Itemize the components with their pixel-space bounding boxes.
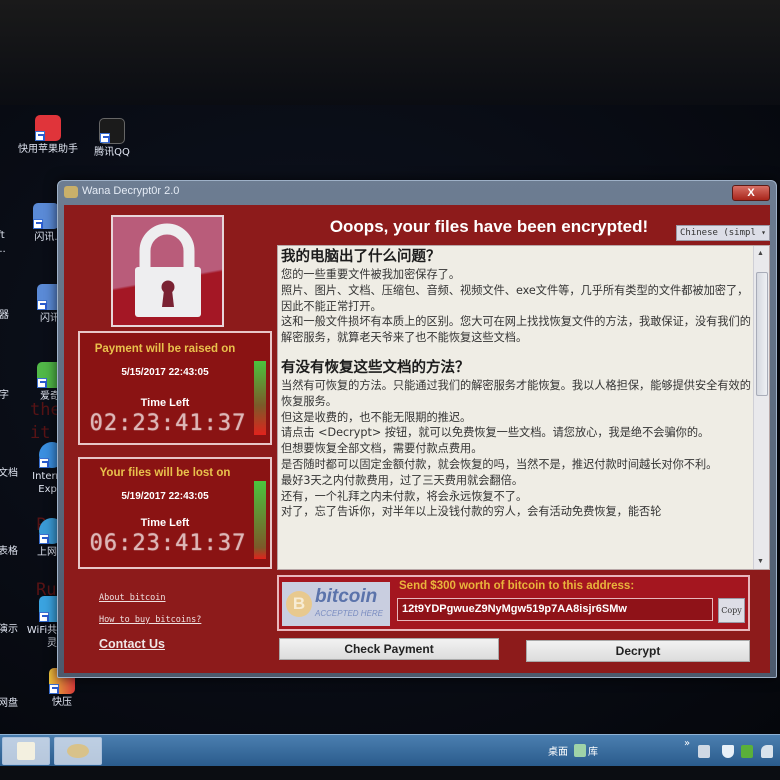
document-app-icon (17, 742, 35, 760)
countdown-display: 06:23:41:37 (89, 531, 247, 556)
bitcoin-accepted-badge: B bitcoin ACCEPTED HERE (282, 582, 390, 626)
language-select[interactable]: Chinese (simpl ▾ (676, 225, 770, 241)
about-bitcoin-link[interactable]: About bitcoin (99, 593, 166, 603)
scroll-down-arrow-icon[interactable]: ▼ (757, 558, 764, 565)
wana-decryptor-window: Wana Decrypt0r 2.0 X Ooops, your files h… (57, 180, 777, 678)
taskbar: 桌面 库 » (0, 734, 780, 766)
padlock-icon (135, 223, 201, 317)
time-remaining-bar (254, 481, 266, 559)
window-title: Wana Decrypt0r 2.0 (82, 185, 180, 197)
security-shield-icon[interactable] (722, 745, 734, 758)
message-paragraph: 请点击 <Decrypt> 按钮，就可以免费恢复一些文档。请您放心，我是绝不会骗… (281, 426, 710, 440)
timer-deadline-date: 5/15/2017 22:43:05 (121, 367, 209, 378)
message-scrollbar[interactable]: ▲ ▼ (753, 246, 769, 569)
handshake-icon (67, 744, 89, 758)
desktop-edge-label: 演示 (0, 624, 18, 635)
desktop-icon-qq[interactable]: 腾讯QQ (82, 118, 142, 160)
message-paragraph: 您的一些重要文件被我加密保存了。 (281, 268, 461, 281)
timer-title: Your files will be lost on (99, 467, 231, 479)
message-paragraph: 但想要恢复全部文档，需要付款点费用。 (281, 442, 483, 456)
desktop-icon-kuaiyong[interactable]: 快用苹果助手 (18, 115, 78, 157)
network-icon[interactable] (761, 745, 773, 758)
how-to-buy-bitcoins-link[interactable]: How to buy bitcoins? (99, 615, 201, 625)
toolbar-library-label[interactable]: 库 (588, 743, 598, 758)
message-paragraph: 是否随时都可以固定金额付款，就会恢复的吗，当然不是，推迟付款时间越长对你不利。 (281, 457, 718, 471)
lock-image (111, 215, 224, 327)
message-paragraph: 最好3天之内付款费用，过了三天费用就会翻倍。 (281, 473, 524, 487)
bitcoin-badge-word: bitcoin (315, 586, 378, 607)
message-paragraph: 但这是收费的，也不能无限期的推迟。 (281, 410, 472, 424)
desktop-edge-label: o... (0, 244, 6, 255)
message-paragraph: 对了，忘了告诉你，对半年以上没钱付款的穷人，会有活动免费恢复，能否轮 (281, 505, 662, 519)
bitcoin-address-field[interactable]: 12t9YDPgwueZ9NyMgw519p7AA8isjr6SMw (397, 598, 713, 621)
window-titlebar[interactable]: Wana Decrypt0r 2.0 X (58, 181, 776, 205)
desktop-edge-label: oft (0, 230, 5, 241)
files-lost-timer: Your files will be lost on 5/19/2017 22:… (78, 457, 272, 569)
payment-instruction: Send $300 worth of bitcoin to this addre… (399, 580, 635, 592)
message-paragraph: 照片、图片、文档、压缩包、音频、视频文件、exe文件等，几乎所有类型的文件都被加… (281, 283, 749, 313)
message-paragraph: 这和一般文件损坏有本质上的区别。您大可在网上找找恢复文件的方法，我敢保证，没有我… (281, 315, 751, 345)
desktop-icon-label: 快用苹果助手 (18, 144, 78, 155)
payment-raise-timer: Payment will be raised on 5/15/2017 22:4… (78, 331, 272, 445)
desktop-icon-label: 腾讯QQ (94, 147, 130, 158)
bitcoin-icon: B (286, 591, 312, 617)
time-left-label: Time Left (140, 517, 190, 529)
library-folder-icon (574, 744, 586, 757)
scroll-up-arrow-icon[interactable]: ▲ (757, 250, 764, 257)
taskbar-wanacrypt-button[interactable] (54, 737, 102, 765)
desktop-edge-label: 文档 (0, 468, 18, 479)
qq-penguin-icon (99, 118, 125, 144)
time-left-label: Time Left (140, 397, 190, 409)
message-heading-2: 有没有恢复这些文档的方法？ (281, 359, 470, 376)
bitcoin-badge-subtitle: ACCEPTED HERE (315, 609, 384, 618)
payment-panel: B bitcoin ACCEPTED HERE Send $300 worth … (277, 575, 750, 631)
close-button[interactable]: X (732, 185, 770, 201)
check-payment-button[interactable]: Check Payment (279, 638, 499, 660)
countdown-display: 02:23:41:37 (89, 411, 247, 436)
timer-title: Payment will be raised on (94, 343, 236, 355)
language-selected-value: Chinese (simpl (680, 228, 756, 238)
desktop-edge-label: 网盘 (0, 698, 18, 709)
ransom-message-text: 我的电脑出了什么问题？ 您的一些重要文件被我加密保存了。 照片、图片、文档、压缩… (281, 248, 751, 520)
keyboard-icon[interactable] (698, 745, 710, 758)
ransom-message-panel[interactable]: 我的电脑出了什么问题？ 您的一些重要文件被我加密保存了。 照片、图片、文档、压缩… (277, 245, 770, 570)
battery-icon[interactable] (741, 745, 753, 758)
message-paragraph: 还有，一个礼拜之内未付款，将会永远恢复不了。 (281, 489, 528, 503)
taskbar-app-button[interactable] (2, 737, 50, 765)
desktop-icon-label: 快压 (52, 697, 72, 708)
kuaiyong-app-icon (35, 115, 61, 141)
monitor-bezel-top (0, 0, 780, 110)
desktop-edge-label: 表格 (0, 546, 18, 557)
time-remaining-bar (254, 361, 266, 435)
shanxun-app-icon (33, 203, 59, 229)
timer-deadline-date: 5/19/2017 22:43:05 (121, 491, 209, 502)
chevron-down-icon: ▾ (761, 228, 766, 237)
desktop-icon-label: 闪讯. (34, 232, 58, 243)
background-text: it (30, 423, 51, 443)
contact-us-link[interactable]: Contact Us (99, 637, 165, 651)
message-paragraph: 当然有可恢复的方法。只能通过我们的解密服务才能恢复。我以人格担保，能够提供安全有… (281, 378, 751, 408)
app-icon (64, 186, 78, 198)
copy-address-button[interactable]: Copy (718, 598, 745, 623)
ransom-headline: Ooops, your files have been encrypted! (329, 217, 649, 236)
monitor-bezel-bottom (0, 766, 780, 780)
desktop-edge-label: 字 (0, 390, 9, 401)
decrypt-button[interactable]: Decrypt (526, 640, 750, 662)
toolbar-desktop-label[interactable]: 桌面 (548, 743, 568, 758)
window-client-area: Ooops, your files have been encrypted! C… (64, 205, 770, 673)
message-heading-1: 我的电脑出了什么问题？ (281, 249, 441, 265)
tray-overflow-chevron-icon[interactable]: » (684, 738, 690, 749)
scrollbar-thumb[interactable] (756, 272, 768, 396)
desktop-edge-label: 器 (0, 310, 9, 321)
